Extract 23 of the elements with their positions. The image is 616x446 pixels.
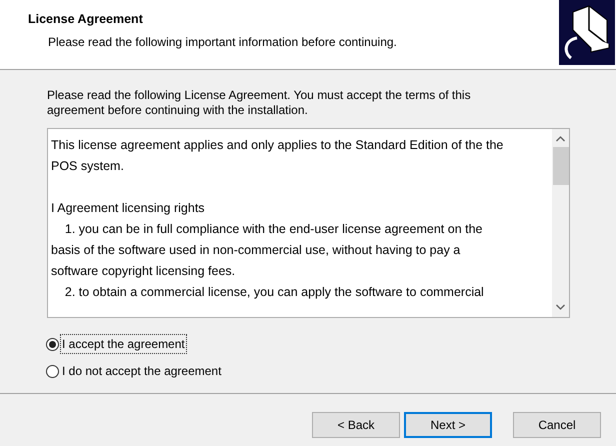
instruction-text: Please read the following License Agreement. You must accept the terms of this <box>47 88 472 103</box>
back-button[interactable]: < Back <box>312 412 400 438</box>
license-text-line: 2. to obtain a commercial license, you can apply the software to commercial <box>64 284 484 301</box>
license-text-line: This license agreement applies and only applies to the Standard Edition of the the <box>51 137 504 154</box>
scroll-down-icon[interactable] <box>556 304 565 310</box>
license-text-line: basis of the software used in non-commercial use, without having to pay a <box>51 242 460 259</box>
radio-button[interactable] <box>46 364 59 378</box>
scrollbar[interactable] <box>552 129 569 317</box>
next-button[interactable]: Next > <box>404 412 492 438</box>
scroll-up-icon[interactable] <box>556 136 565 142</box>
license-text-line: I Agreement licensing rights <box>51 200 205 217</box>
radio-label[interactable]: I do not accept the agreement <box>60 361 224 381</box>
license-text-line: POS system. <box>51 158 124 175</box>
page-subtitle: Please read the following important information before continuing. <box>47 34 397 51</box>
radio-button[interactable] <box>46 338 59 350</box>
cancel-button[interactable]: Cancel <box>513 412 601 438</box>
page-title: License Agreement <box>28 11 144 28</box>
radio-label[interactable]: I accept the agreement <box>60 334 187 354</box>
license-text-line: software copyright licensing fees. <box>51 263 236 280</box>
scrollbar-thumb[interactable] <box>552 147 568 185</box>
license-text-area[interactable] <box>47 128 570 318</box>
instruction-text: agreement before continuing with the installation. <box>47 103 309 118</box>
license-text-line: 1. you can be in full compliance with the end-user license agreement on the <box>64 221 483 238</box>
